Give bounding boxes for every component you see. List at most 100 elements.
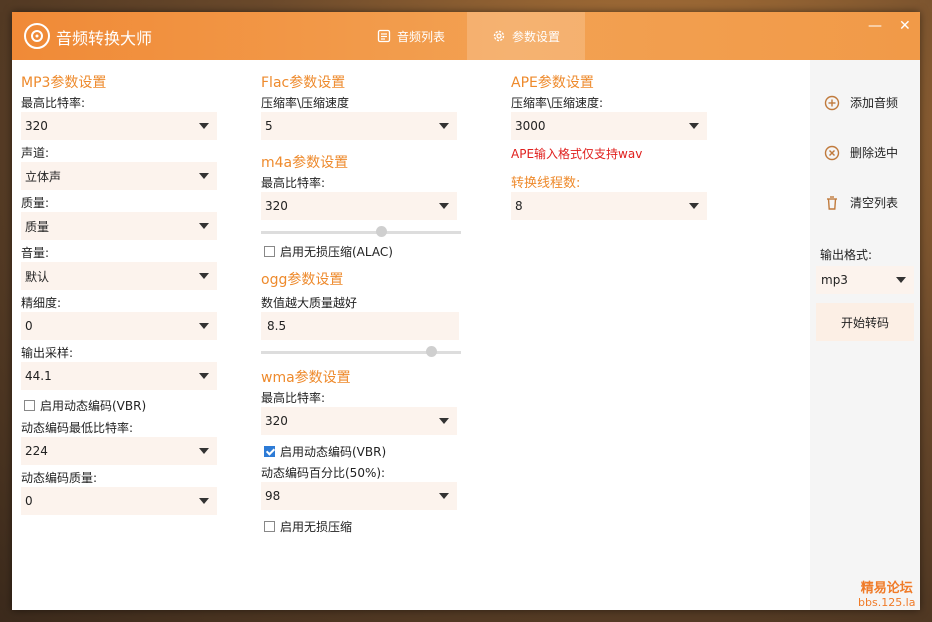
wma-max-bitrate-label: 最高比特率: <box>261 391 326 405</box>
ogg-quality-slider[interactable] <box>261 346 461 358</box>
chevron-down-icon <box>689 123 699 129</box>
ogg-quality-input[interactable]: 8.5 <box>261 312 459 340</box>
slider-thumb[interactable] <box>426 346 437 357</box>
m4a-section-title: m4a参数设置 <box>261 155 349 171</box>
wma-lossless-checkbox[interactable]: 启用无损压缩 <box>264 518 352 535</box>
mp3-quality-select[interactable]: 质量 <box>21 212 217 240</box>
flac-ratio-select[interactable]: 5 <box>261 112 457 140</box>
threads-select[interactable]: 8 <box>511 192 707 220</box>
mp3-sample-select[interactable]: 44.1 <box>21 362 217 390</box>
m4a-max-bitrate-value: 320 <box>265 199 288 213</box>
wma-lossless-checkbox-label: 启用无损压缩 <box>280 520 353 534</box>
mp3-vbr-checkbox-box <box>24 400 35 411</box>
wma-vbr-percent-select[interactable]: 98 <box>261 482 457 510</box>
flac-section-title: Flac参数设置 <box>261 75 346 91</box>
chevron-down-icon <box>199 373 209 379</box>
mp3-precision-value: 0 <box>25 319 33 333</box>
m4a-quality-slider[interactable] <box>261 226 461 238</box>
mp3-vbr-quality-select[interactable]: 0 <box>21 487 217 515</box>
mp3-quality-value: 质量 <box>25 219 50 234</box>
chevron-down-icon <box>199 273 209 279</box>
tab-settings[interactable]: 参数设置 <box>467 12 585 60</box>
m4a-lossless-checkbox-box <box>264 246 275 257</box>
trash-icon <box>827 195 837 210</box>
slider-track <box>261 231 461 234</box>
ape-warning-text: APE输入格式仅支持wav <box>511 147 643 161</box>
app-logo-icon <box>24 23 50 49</box>
ogg-hint-label: 数值越大质量越好 <box>261 296 358 310</box>
wma-lossless-checkbox-box <box>264 521 275 532</box>
gear-icon <box>493 30 505 42</box>
mp3-vbr-min-select[interactable]: 224 <box>21 437 217 465</box>
list-icon <box>377 29 391 43</box>
app-title: 音频转换大师 <box>56 29 153 48</box>
ape-ratio-label: 压缩率\压缩速度: <box>511 96 604 110</box>
flac-ratio-value: 5 <box>265 119 273 133</box>
wma-section-title: wma参数设置 <box>261 370 351 386</box>
mp3-volume-select[interactable]: 默认 <box>21 262 217 290</box>
ape-ratio-select[interactable]: 3000 <box>511 112 707 140</box>
m4a-lossless-checkbox[interactable]: 启用无损压缩(ALAC) <box>264 243 393 260</box>
m4a-lossless-checkbox-label: 启用无损压缩(ALAC) <box>280 245 393 259</box>
title-bar: 音频转换大师 音频列表 参数设置 — ✕ <box>12 12 920 60</box>
tab-settings-label: 参数设置 <box>511 29 560 44</box>
settings-panel: MP3参数设置 最高比特率: 320 声道: 立体声 质量: 质量 音量: 默认… <box>12 60 920 610</box>
chevron-down-icon <box>896 277 906 283</box>
ogg-section-title: ogg参数设置 <box>261 272 344 288</box>
delete-selected-button[interactable]: 删除选中 <box>824 144 898 161</box>
remove-circle-icon <box>824 145 840 160</box>
wma-vbr-percent-label: 动态编码百分比(50%): <box>261 466 386 480</box>
mp3-channel-select[interactable]: 立体声 <box>21 162 217 190</box>
tab-audio-list-label: 音频列表 <box>396 29 445 44</box>
mp3-precision-label: 精细度: <box>21 296 62 310</box>
wma-max-bitrate-value: 320 <box>265 414 288 428</box>
mp3-max-bitrate-select[interactable]: 320 <box>21 112 217 140</box>
chevron-down-icon <box>439 203 449 209</box>
clear-list-button[interactable]: 清空列表 <box>824 194 898 211</box>
mp3-volume-label: 音量: <box>21 246 50 260</box>
mp3-vbr-checkbox[interactable]: 启用动态编码(VBR) <box>24 397 146 414</box>
add-audio-label: 添加音频 <box>850 96 899 110</box>
output-format-select[interactable]: mp3 <box>816 266 914 294</box>
mp3-vbr-min-label: 动态编码最低比特率: <box>21 421 134 435</box>
wma-vbr-percent-value: 98 <box>265 489 281 503</box>
threads-label: 转换线程数: <box>511 176 581 191</box>
delete-selected-label: 删除选中 <box>850 146 899 160</box>
chevron-down-icon <box>199 123 209 129</box>
chevron-down-icon <box>439 123 449 129</box>
chevron-down-icon <box>199 323 209 329</box>
add-audio-button[interactable]: 添加音频 <box>824 94 898 111</box>
output-format-label: 输出格式: <box>820 248 873 262</box>
chevron-down-icon <box>199 498 209 504</box>
mp3-quality-label: 质量: <box>21 196 50 210</box>
mp3-vbr-quality-value: 0 <box>25 494 33 508</box>
flac-ratio-label: 压缩率\压缩速度 <box>261 96 350 110</box>
chevron-down-icon <box>689 203 699 209</box>
watermark-line2: bbs.125.la <box>858 596 916 609</box>
mp3-max-bitrate-label: 最高比特率: <box>21 96 86 110</box>
mp3-sample-label: 输出采样: <box>21 346 74 360</box>
wma-vbr-checkbox-label: 启用动态编码(VBR) <box>280 445 387 459</box>
minimize-button[interactable]: — <box>868 18 882 34</box>
chevron-down-icon <box>199 173 209 179</box>
m4a-max-bitrate-select[interactable]: 320 <box>261 192 457 220</box>
close-button[interactable]: ✕ <box>899 18 911 34</box>
chevron-down-icon <box>439 418 449 424</box>
wma-vbr-checkbox-box <box>264 446 275 457</box>
start-convert-button[interactable]: 开始转码 <box>816 303 914 341</box>
slider-thumb[interactable] <box>376 226 387 237</box>
wma-vbr-checkbox[interactable]: 启用动态编码(VBR) <box>264 443 386 460</box>
chevron-down-icon <box>439 493 449 499</box>
threads-value: 8 <box>515 199 523 213</box>
ape-section-title: APE参数设置 <box>511 75 594 91</box>
add-circle-icon <box>824 95 840 110</box>
watermark-line1: 精易论坛 <box>860 581 913 596</box>
wma-max-bitrate-select[interactable]: 320 <box>261 407 457 435</box>
tab-audio-list[interactable]: 音频列表 <box>352 12 470 60</box>
chevron-down-icon <box>199 223 209 229</box>
chevron-down-icon <box>199 448 209 454</box>
mp3-precision-select[interactable]: 0 <box>21 312 217 340</box>
m4a-max-bitrate-label: 最高比特率: <box>261 176 326 190</box>
action-sidebar: 添加音频 删除选中 清空列表 输出格式: mp3 开始转码 <box>810 60 920 610</box>
mp3-section-title: MP3参数设置 <box>21 75 107 91</box>
